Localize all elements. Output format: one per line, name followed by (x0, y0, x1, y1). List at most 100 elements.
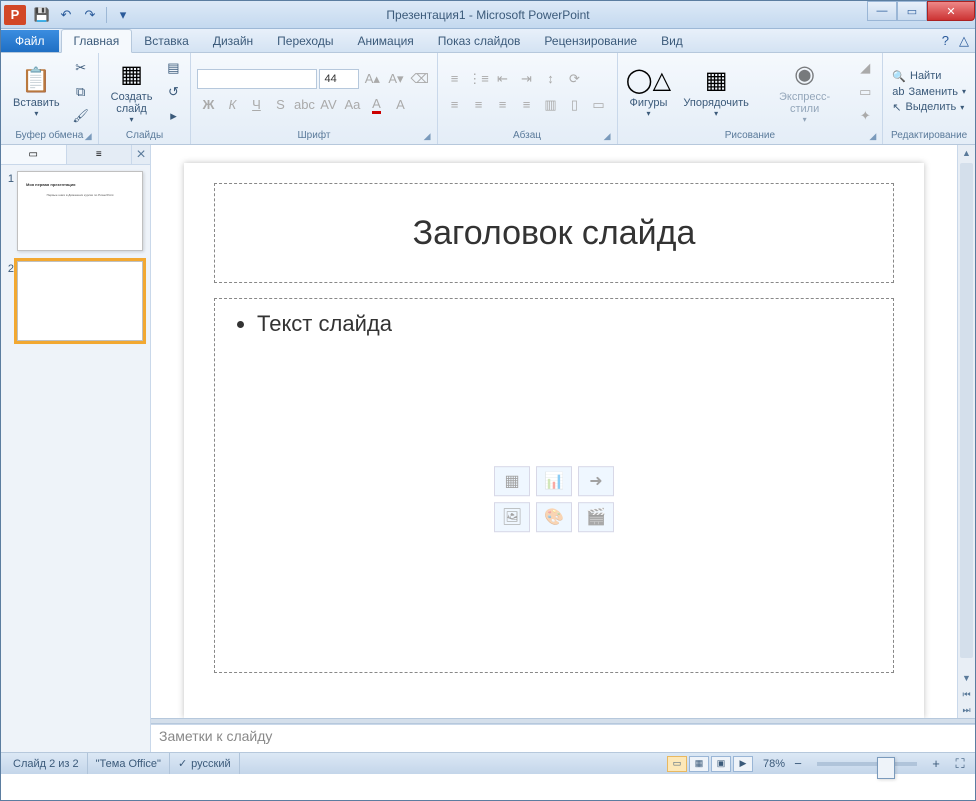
replace-button[interactable]: abЗаменить ▾ (889, 85, 969, 99)
clear-format-icon[interactable]: ⌫ (409, 68, 431, 90)
reading-view-button[interactable]: ▣ (711, 756, 731, 772)
close-button[interactable]: ✕ (927, 1, 975, 21)
zoom-in-button[interactable]: + (925, 753, 947, 775)
scrollbar-track[interactable] (960, 163, 973, 658)
dialog-launcher-icon[interactable]: ◢ (604, 131, 611, 142)
vertical-scrollbar[interactable]: ▲ ▼ ⏮ ⏭ (957, 145, 975, 718)
reset-button[interactable]: ↺ (162, 81, 184, 103)
font-color-button[interactable]: A (365, 94, 387, 116)
scroll-up-icon[interactable]: ▲ (958, 145, 975, 161)
insert-clipart-icon[interactable]: 🎨 (536, 502, 572, 532)
columns-button[interactable]: ▥ (540, 94, 562, 116)
status-language[interactable]: ✓русский (170, 753, 240, 774)
insert-picture-icon[interactable]: 🖼 (494, 502, 530, 532)
shadow-button[interactable]: abc (293, 94, 315, 116)
scroll-down-icon[interactable]: ▼ (958, 670, 975, 686)
dialog-launcher-icon[interactable]: ◢ (424, 131, 431, 142)
format-painter-button[interactable]: 🖌 (70, 105, 92, 127)
cut-button[interactable]: ✂ (70, 57, 92, 79)
align-text-button[interactable]: ▯ (564, 94, 586, 116)
numbering-button[interactable]: ⋮≡ (468, 68, 490, 90)
align-left-button[interactable]: ≡ (444, 94, 466, 116)
change-case-button[interactable]: Aa (341, 94, 363, 116)
prev-slide-icon[interactable]: ⏮ (958, 686, 975, 702)
tab-animations[interactable]: Анимация (345, 30, 425, 52)
save-button[interactable]: 💾 (32, 5, 52, 25)
slide-area[interactable]: Заголовок слайда Текст слайда ▦ 📊 ➜ 🖼 🎨 … (151, 145, 957, 718)
bullets-button[interactable]: ≡ (444, 68, 466, 90)
tab-insert[interactable]: Вставка (132, 30, 201, 52)
tab-design[interactable]: Дизайн (201, 30, 265, 52)
pane-close-icon[interactable]: × (132, 145, 150, 164)
tab-transitions[interactable]: Переходы (265, 30, 345, 52)
shape-fill-button[interactable]: ◢ (854, 57, 876, 79)
paste-button[interactable]: 📋 Вставить ▾ (7, 55, 66, 128)
ribbon-collapse-icon[interactable]: △ (959, 33, 969, 49)
slides-tab[interactable]: ▭ (1, 145, 67, 164)
undo-button[interactable]: ↶ (56, 5, 76, 25)
zoom-label[interactable]: 78% (763, 758, 785, 770)
status-slide[interactable]: Слайд 2 из 2 (5, 753, 88, 774)
shapes-button[interactable]: ◯△ Фигуры ▾ (624, 55, 674, 128)
zoom-thumb[interactable] (877, 757, 895, 779)
qat-customize[interactable]: ▾ (113, 5, 133, 25)
find-button[interactable]: 🔍Найти (889, 69, 969, 84)
decrease-indent-button[interactable]: ⇤ (492, 68, 514, 90)
slideshow-view-button[interactable]: ▶ (733, 756, 753, 772)
font-family-combo[interactable] (197, 69, 317, 89)
new-slide-button[interactable]: ▦ Создать слайд ▾ (105, 55, 159, 128)
dialog-launcher-icon[interactable]: ◢ (85, 131, 92, 142)
strike-button[interactable]: S (269, 94, 291, 116)
shape-effects-button[interactable]: ✦ (854, 105, 876, 127)
tab-slideshow[interactable]: Показ слайдов (426, 30, 533, 52)
slide-canvas[interactable]: Заголовок слайда Текст слайда ▦ 📊 ➜ 🖼 🎨 … (184, 163, 924, 718)
copy-button[interactable]: ⧉ (70, 81, 92, 103)
sorter-view-button[interactable]: ▦ (689, 756, 709, 772)
increase-indent-button[interactable]: ⇥ (516, 68, 538, 90)
align-right-button[interactable]: ≡ (492, 94, 514, 116)
insert-media-icon[interactable]: 🎬 (578, 502, 614, 532)
font-size-combo[interactable] (319, 69, 359, 89)
normal-view-button[interactable]: ▭ (667, 756, 687, 772)
insert-table-icon[interactable]: ▦ (494, 466, 530, 496)
insert-chart-icon[interactable]: 📊 (536, 466, 572, 496)
zoom-slider[interactable] (817, 762, 917, 766)
increase-font-icon[interactable]: A▴ (361, 68, 383, 90)
status-theme[interactable]: "Тема Office" (88, 753, 170, 774)
thumbnail-item[interactable]: 1 Моя первая презентация Первые шаги в Д… (3, 171, 148, 251)
italic-button[interactable]: К (221, 94, 243, 116)
redo-button[interactable]: ↷ (80, 5, 100, 25)
shape-outline-button[interactable]: ▭ (854, 81, 876, 103)
tab-home[interactable]: Главная (61, 29, 133, 53)
tab-review[interactable]: Рецензирование (532, 30, 649, 52)
outline-tab[interactable]: ≡ (67, 145, 133, 164)
content-placeholder[interactable]: Текст слайда ▦ 📊 ➜ 🖼 🎨 🎬 (214, 298, 894, 673)
help-icon[interactable]: ? (942, 33, 949, 48)
char-spacing-button[interactable]: AV (317, 94, 339, 116)
arrange-button[interactable]: ▦ Упорядочить ▾ (677, 55, 754, 128)
quick-styles-button[interactable]: ◉ Экспресс-стили ▾ (759, 55, 850, 128)
minimize-button[interactable]: — (867, 1, 897, 21)
thumbnail-item[interactable]: 2 (3, 261, 148, 341)
insert-smartart-icon[interactable]: ➜ (578, 466, 614, 496)
slide-thumbnail[interactable]: Моя первая презентация Первые шаги в Дом… (17, 171, 143, 251)
text-direction-button[interactable]: ⟳ (564, 68, 586, 90)
highlight-button[interactable]: A (389, 94, 411, 116)
dialog-launcher-icon[interactable]: ◢ (869, 131, 876, 142)
fit-to-window-button[interactable]: ⛶ (949, 753, 971, 775)
layout-button[interactable]: ▤ (162, 57, 184, 79)
justify-button[interactable]: ≡ (516, 94, 538, 116)
line-spacing-button[interactable]: ↕ (540, 68, 562, 90)
title-placeholder[interactable]: Заголовок слайда (214, 183, 894, 283)
bold-button[interactable]: Ж (197, 94, 219, 116)
select-button[interactable]: ↖Выделить ▾ (889, 100, 969, 115)
align-center-button[interactable]: ≡ (468, 94, 490, 116)
underline-button[interactable]: Ч (245, 94, 267, 116)
decrease-font-icon[interactable]: A▾ (385, 68, 407, 90)
next-slide-icon[interactable]: ⏭ (958, 702, 975, 718)
slide-thumbnail[interactable] (17, 261, 143, 341)
maximize-button[interactable]: ▭ (897, 1, 927, 21)
tab-view[interactable]: Вид (649, 30, 695, 52)
file-tab[interactable]: Файл (1, 30, 59, 52)
section-button[interactable]: ▸ (162, 105, 184, 127)
